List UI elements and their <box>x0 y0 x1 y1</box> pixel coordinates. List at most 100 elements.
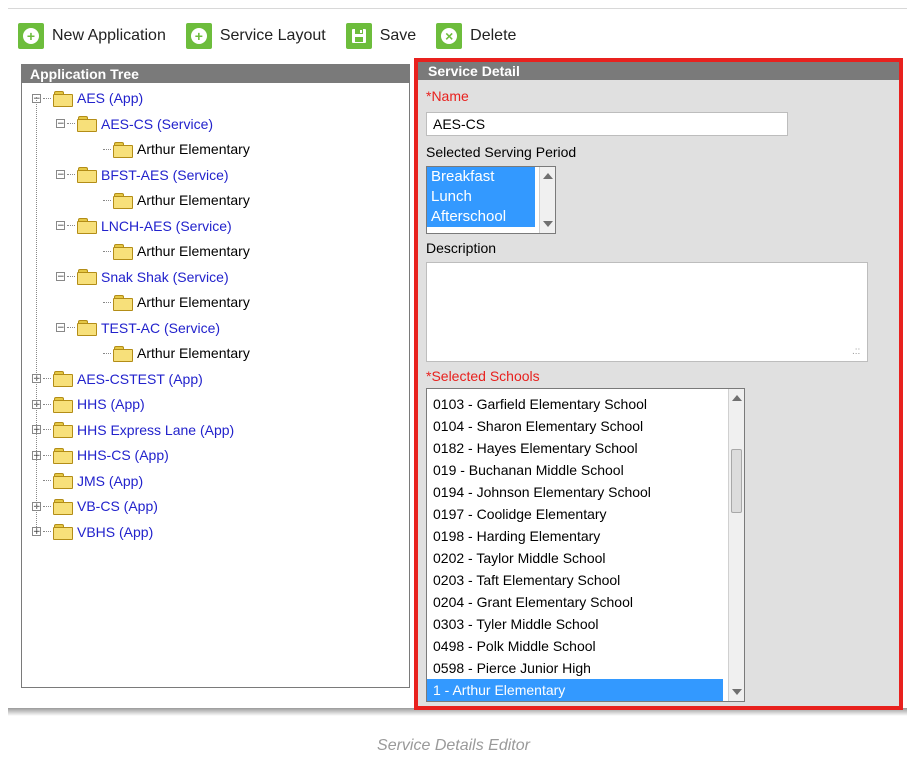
folder-icon <box>77 320 97 336</box>
scroll-down-icon[interactable] <box>543 221 553 227</box>
folder-icon <box>53 524 73 540</box>
tree-node[interactable]: − LNCH-AES (Service) <box>56 215 232 237</box>
tree-node-label[interactable]: LNCH-AES (Service) <box>101 218 232 234</box>
tree-node-label[interactable]: Arthur Elementary <box>137 141 250 157</box>
tree-connector <box>103 250 111 252</box>
tree-connector <box>67 276 75 277</box>
tree-node[interactable]: Arthur Elementary <box>92 342 250 364</box>
serving-period-option[interactable]: Lunch <box>427 187 535 207</box>
tree-node[interactable]: − TEST-AC (Service) <box>56 317 220 339</box>
tree-node[interactable]: Arthur Elementary <box>92 291 250 313</box>
schools-scrollbar[interactable] <box>728 389 744 701</box>
tree-node-label[interactable]: Arthur Elementary <box>137 243 250 259</box>
tree-node-label[interactable]: HHS-CS (App) <box>77 447 169 463</box>
tree-connector <box>43 97 51 99</box>
selected-schools-listbox[interactable]: 1 - Arthur Elementary 0598 - Pierce Junio… <box>426 388 745 702</box>
tree-node-label[interactable]: AES (App) <box>77 90 143 106</box>
serving-period-scrollbar[interactable] <box>539 167 555 233</box>
school-option[interactable]: 0104 - Sharon Elementary School <box>427 415 723 437</box>
serving-period-listbox[interactable]: Breakfast Lunch Afterschool <box>426 166 556 234</box>
save-button[interactable]: Save <box>345 23 416 49</box>
school-option[interactable]: 0498 - Polk Middle School <box>427 635 723 657</box>
tree-node-label[interactable]: AES-CSTEST (App) <box>77 371 203 387</box>
tree-node-label[interactable]: BFST-AES (Service) <box>101 167 229 183</box>
school-option[interactable]: 0198 - Harding Elementary <box>427 525 723 547</box>
tree-node-label[interactable]: Arthur Elementary <box>137 345 250 361</box>
school-option[interactable]: 0202 - Taylor Middle School <box>427 547 723 569</box>
folder-icon <box>53 473 73 489</box>
scroll-up-icon[interactable] <box>732 395 742 401</box>
x-circle-icon: × <box>436 23 463 49</box>
serving-period-option[interactable]: Breakfast <box>427 167 535 187</box>
tree-node[interactable]: + HHS-CS (App) <box>32 444 169 466</box>
service-layout-button[interactable]: + Service Layout <box>185 23 326 49</box>
collapse-icon[interactable]: − <box>56 119 65 129</box>
tree-node[interactable]: Arthur Elementary <box>92 189 250 211</box>
service-detail-panel: Service Detail *Name Selected Serving Pe… <box>414 58 903 710</box>
tree-node-label[interactable]: AES-CS (Service) <box>101 116 213 132</box>
school-option[interactable]: 0197 - Coolidge Elementary <box>427 503 723 525</box>
scroll-up-icon[interactable] <box>543 173 553 179</box>
school-option[interactable]: 1 - Arthur Elementary <box>427 679 723 701</box>
school-option[interactable]: 0598 - Pierce Junior High <box>427 657 723 679</box>
school-option[interactable]: 0194 - Johnson Elementary School <box>427 481 723 503</box>
tree-node-label[interactable]: Arthur Elementary <box>137 192 250 208</box>
tree-node-label[interactable]: JMS (App) <box>77 473 143 489</box>
tree-node[interactable]: Arthur Elementary <box>92 138 250 160</box>
tree-connector <box>67 123 75 124</box>
tree-node-label[interactable]: HHS Express Lane (App) <box>77 422 234 438</box>
resize-grip-icon[interactable]: .:: <box>852 346 860 357</box>
name-input[interactable] <box>426 112 788 136</box>
tree-node[interactable]: + HHS Express Lane (App) <box>32 419 234 441</box>
tree-node-label[interactable]: Snak Shak (Service) <box>101 269 229 285</box>
delete-button[interactable]: × Delete <box>436 23 516 49</box>
new-application-label: New Application <box>52 27 166 44</box>
tree-node-label[interactable]: HHS (App) <box>77 396 145 412</box>
tree-connector <box>43 480 51 481</box>
tree-node[interactable]: − AES-CS (Service) <box>56 113 213 135</box>
school-option[interactable]: 0204 - Grant Elementary School <box>427 591 723 613</box>
new-application-button[interactable]: + New Application <box>18 23 166 49</box>
plus-circle-icon: + <box>185 23 212 49</box>
serving-period-option[interactable]: Afterschool <box>427 207 535 227</box>
plus-circle-icon: + <box>18 23 44 49</box>
tree-guide-line <box>36 97 37 531</box>
tree-connector <box>43 454 51 456</box>
school-option[interactable]: 019 - Buchanan Middle School <box>427 459 723 481</box>
service-layout-label: Service Layout <box>219 27 326 44</box>
folder-icon <box>53 90 73 107</box>
tree-connector <box>67 174 75 175</box>
figure-caption: Service Details Editor <box>377 737 530 754</box>
scroll-thumb[interactable] <box>731 449 742 513</box>
scroll-down-icon[interactable] <box>732 689 742 695</box>
tree-node[interactable]: Arthur Elementary <box>92 240 250 262</box>
tree-node[interactable]: JMS (App) <box>32 470 143 492</box>
collapse-icon[interactable]: − <box>56 272 65 282</box>
serving-period-label: Selected Serving Period <box>426 144 577 160</box>
folder-icon <box>77 116 97 132</box>
tree-node[interactable]: − AES (App) <box>32 87 143 109</box>
tree-node-label[interactable]: VB-CS (App) <box>77 498 158 514</box>
collapse-icon[interactable]: − <box>56 221 65 231</box>
tree-node-label[interactable]: VBHS (App) <box>77 524 153 540</box>
collapse-icon[interactable]: − <box>56 323 65 333</box>
school-option[interactable]: 0182 - Hayes Elementary School <box>427 437 723 459</box>
tree-node[interactable]: − Snak Shak (Service) <box>56 266 229 288</box>
tree-node[interactable]: + AES-CSTEST (App) <box>32 368 203 390</box>
tree-connector <box>103 352 111 354</box>
description-textarea[interactable] <box>426 262 868 362</box>
school-option[interactable]: 0303 - Tyler Middle School <box>427 613 723 635</box>
tree-node[interactable]: + VB-CS (App) <box>32 495 158 517</box>
tree-node[interactable]: − BFST-AES (Service) <box>56 164 229 186</box>
school-option[interactable]: 0203 - Taft Elementary School <box>427 569 723 591</box>
folder-icon <box>53 447 73 464</box>
tree-node[interactable]: + VBHS (App) <box>32 521 153 543</box>
school-option[interactable]: 0103 - Garfield Elementary School <box>427 393 723 415</box>
tree-node-label[interactable]: TEST-AC (Service) <box>101 320 220 336</box>
tree-connector <box>67 327 75 328</box>
toolbar: + New Application + Service Layout Save … <box>18 18 536 54</box>
tree-node-label[interactable]: Arthur Elementary <box>137 294 250 310</box>
tree-node[interactable]: + HHS (App) <box>32 393 145 415</box>
collapse-icon[interactable]: − <box>56 170 65 180</box>
tree-connector <box>43 505 51 507</box>
